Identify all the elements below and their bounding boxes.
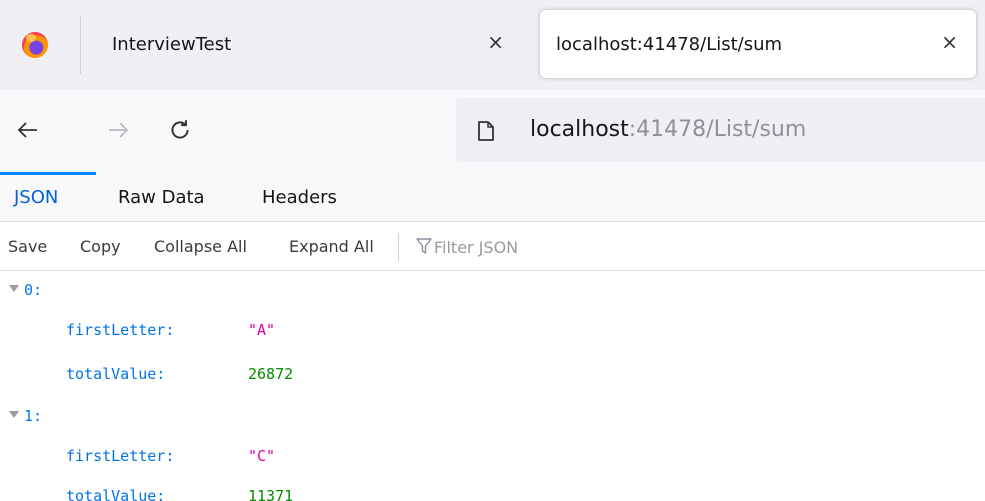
tab-title: InterviewTest [112,34,232,55]
reload-icon [171,120,189,139]
json-value: "A" [248,321,276,339]
tab-json[interactable]: JSON [14,187,58,208]
json-key: firstLetter: [66,321,175,339]
tab-interviewtest[interactable]: InterviewTest × [82,10,522,78]
forward-button[interactable] [100,112,136,148]
array-index: 0: [24,281,43,299]
json-toolbar: Save Copy Collapse All Expand All [0,223,985,271]
close-icon[interactable]: × [487,30,504,54]
json-key: totalValue: [66,487,166,501]
tab-strip: InterviewTest × localhost:41478/List/sum… [0,0,985,90]
navigation-bar: localhost:41478/List/sum [0,90,985,172]
url-text[interactable]: localhost:41478/List/sum [530,117,806,142]
json-value: "C" [248,447,276,465]
url-host: localhost [530,117,629,142]
filter-json-input[interactable] [434,233,734,261]
json-key: totalValue: [66,365,166,383]
copy-button[interactable]: Copy [80,237,121,256]
url-bar[interactable]: localhost:41478/List/sum [456,98,985,162]
expand-toggle-icon[interactable] [9,411,19,418]
json-value: 11371 [248,487,294,501]
tab-localhost[interactable]: localhost:41478/List/sum × [540,10,976,78]
tree-row-field[interactable]: totalValue: 11371 [0,482,985,501]
tree-row-field[interactable]: totalValue: 26872 [0,360,985,390]
json-tree: 0: firstLetter: "A" totalValue: 26872 1:… [0,272,985,501]
tab-separator [80,16,81,74]
tree-row-field[interactable]: firstLetter: "A" [0,316,985,346]
firefox-logo[interactable] [22,32,48,58]
expand-toggle-icon[interactable] [9,285,19,292]
collapse-all-button[interactable]: Collapse All [154,237,247,256]
forward-arrow-icon [109,122,129,138]
json-value: 26872 [248,365,294,383]
array-index: 1: [24,407,43,425]
tab-headers[interactable]: Headers [262,187,337,208]
filter-icon [416,238,432,254]
json-viewer-tabs: JSON Raw Data Headers [0,172,985,222]
back-arrow-icon [17,122,37,138]
tree-row-index-0[interactable]: 0: [0,276,985,306]
close-icon[interactable]: × [941,30,958,54]
json-key: firstLetter: [66,447,175,465]
save-button[interactable]: Save [8,237,47,256]
url-path: :41478/List/sum [628,117,807,142]
tree-row-field[interactable]: firstLetter: "C" [0,442,985,472]
back-button[interactable] [10,112,46,148]
active-tab-indicator [0,172,96,175]
expand-all-button[interactable]: Expand All [289,237,374,256]
toolbar-divider [398,233,399,261]
reload-button[interactable] [162,112,198,148]
tree-row-index-1[interactable]: 1: [0,402,985,432]
tab-title: localhost:41478/List/sum [556,34,783,55]
tab-raw-data[interactable]: Raw Data [118,187,205,208]
page-icon [478,121,494,141]
